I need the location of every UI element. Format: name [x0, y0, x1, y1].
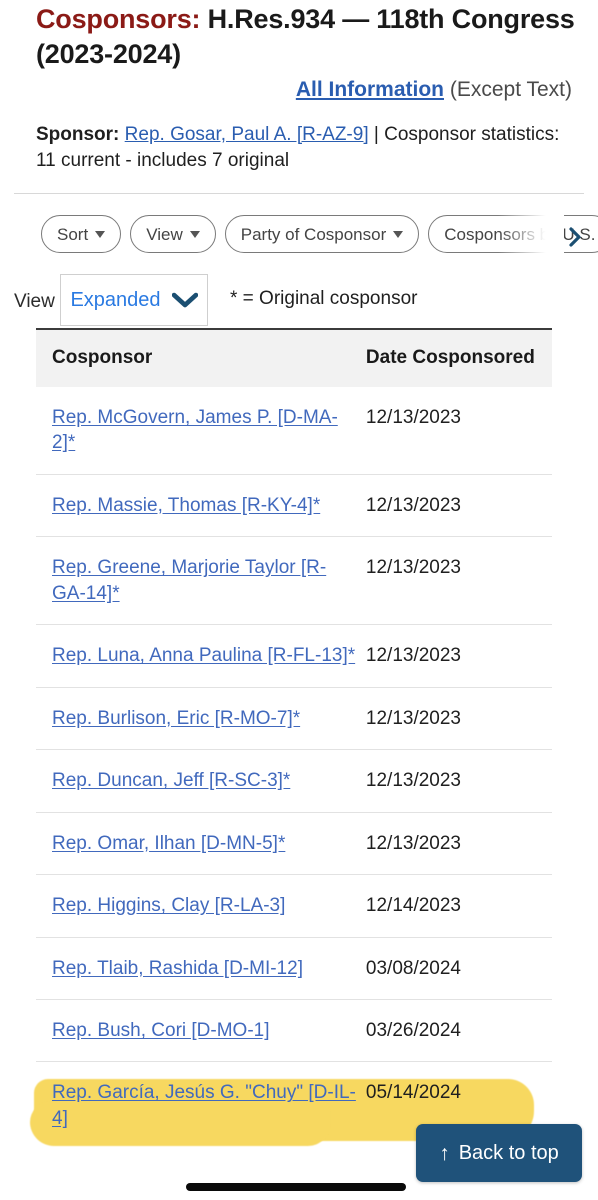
all-information-suffix: (Except Text) — [444, 78, 572, 101]
view-control-row: View Expanded * = Original cosponsor — [0, 274, 598, 332]
filter-chip-label: Sort — [57, 224, 89, 244]
back-to-top-button[interactable]: ↑ Back to top — [416, 1124, 582, 1182]
cell-cosponsor: Rep. Greene, Marjorie Taylor [R-GA-14]* — [36, 536, 356, 625]
column-header-date: Date Cosponsored — [355, 330, 552, 387]
table-row: Rep. Massie, Thomas [R-KY-4]* 12/13/2023 — [36, 473, 552, 537]
caret-down-icon — [189, 230, 200, 238]
cosponsor-link[interactable]: Rep. García, Jesús G. "Chuy" [D-IL-4] — [52, 1082, 356, 1128]
table-row: Rep. Bush, Cori [D-MO-1] 03/26/2024 — [36, 998, 552, 1062]
filter-chip-0[interactable]: Sort — [41, 215, 122, 253]
sponsor-label: Sponsor: — [36, 124, 120, 145]
view-select-value: Expanded — [70, 288, 161, 311]
sponsor-info: Sponsor: Rep. Gosar, Paul A. [R-AZ-9] | … — [36, 122, 568, 174]
cell-date-cosponsored: 12/13/2023 — [355, 536, 552, 625]
cell-cosponsor: Rep. Omar, Ilhan [D-MN-5]* — [36, 811, 356, 875]
cosponsor-link[interactable]: Rep. Greene, Marjorie Taylor [R-GA-14]* — [52, 557, 326, 603]
page-root: Cosponsors: H.Res.934 — 118th Congress (… — [0, 0, 598, 1200]
table-row: Rep. Luna, Anna Paulina [R-FL-13]* 12/13/… — [36, 624, 552, 688]
cell-date-cosponsored: 12/13/2023 — [355, 686, 552, 750]
cell-date-cosponsored: 12/13/2023 — [365, 407, 461, 428]
table-body: Rep. McGovern, James P. [D-MA-2]* 12/13/2… — [36, 387, 552, 1150]
original-cosponsor-note: * = Original cosponsor — [230, 288, 418, 309]
caret-down-icon — [95, 230, 106, 238]
view-select[interactable]: Expanded — [60, 274, 208, 326]
cell-cosponsor: Rep. Duncan, Jeff [R-SC-3]* — [36, 749, 356, 813]
home-indicator — [186, 1183, 406, 1191]
view-label: View — [14, 291, 55, 312]
table-row: Rep. Higgins, Clay [R-LA-3] 12/14/2023 — [36, 874, 552, 938]
cosponsor-link[interactable]: Rep. Burlison, Eric [R-MO-7]* — [52, 708, 300, 729]
table-row: Rep. Greene, Marjorie Taylor [R-GA-14]* 1… — [36, 536, 552, 625]
all-information-link[interactable]: All Information — [296, 78, 444, 101]
cell-date-cosponsored: 12/13/2023 — [355, 624, 552, 688]
cell-cosponsor: Rep. McGovern, James P. [D-MA-2]* — [36, 387, 356, 474]
cell-cosponsor: Rep. Burlison, Eric [R-MO-7]* — [36, 686, 356, 750]
cell-cosponsor: Rep. Luna, Anna Paulina [R-FL-13]* — [36, 624, 356, 688]
table-row: Rep. Duncan, Jeff [R-SC-3]* 12/13/2023 — [36, 749, 552, 813]
cosponsors-table: Cosponsor Date Cosponsored Rep. McGovern… — [36, 330, 552, 1150]
cosponsor-link[interactable]: Rep. Luna, Anna Paulina [R-FL-13]* — [52, 645, 355, 666]
table-row: Rep. Omar, Ilhan [D-MN-5]* 12/13/2023 — [36, 811, 552, 875]
back-to-top-label: Back to top — [458, 1141, 559, 1164]
cosponsor-link[interactable]: Rep. Tlaib, Rashida [D-MI-12] — [52, 958, 303, 979]
cosponsor-link[interactable]: Rep. Higgins, Clay [R-LA-3] — [52, 895, 285, 916]
chevron-right-icon[interactable] — [564, 226, 586, 248]
cosponsor-link[interactable]: Rep. McGovern, James P. [D-MA-2]* — [52, 407, 338, 453]
cell-cosponsor: Rep. García, Jesús G. "Chuy" [D-IL-4] — [36, 1061, 356, 1150]
filter-chip-bar: Sort View Party of Cosponsor Cosponsors by … — [0, 212, 598, 262]
filter-chip-label: Party of Cosponsor — [240, 224, 387, 244]
table-row: Rep. McGovern, James P. [D-MA-2]* 12/13/2… — [36, 387, 552, 474]
cell-cosponsor: Rep. Bush, Cori [D-MO-1] — [36, 998, 356, 1062]
cosponsor-link[interactable]: Rep. Duncan, Jeff [R-SC-3]* — [52, 770, 290, 791]
cosponsor-link[interactable]: Rep. Omar, Ilhan [D-MN-5]* — [52, 833, 285, 854]
filter-chip-label: View — [146, 224, 183, 244]
caret-down-icon — [393, 230, 404, 238]
arrow-up-icon: ↑ — [439, 1141, 450, 1165]
cell-date-cosponsored: 12/13/2023 — [355, 749, 552, 813]
table-head: Cosponsor Date Cosponsored — [36, 330, 552, 387]
page-title: Cosponsors: H.Res.934 — 118th Congress (… — [36, 2, 578, 71]
table-row: Rep. Burlison, Eric [R-MO-7]* 12/13/2023 — [36, 686, 552, 750]
cell-cosponsor: Rep. Higgins, Clay [R-LA-3] — [36, 874, 356, 938]
cell-date-cosponsored: 03/26/2024 — [355, 998, 552, 1062]
cell-cosponsor: Rep. Massie, Thomas [R-KY-4]* — [36, 473, 356, 537]
cell-date-cosponsored: 12/13/2023 — [355, 811, 552, 875]
filter-chip-1[interactable]: View — [130, 215, 216, 253]
cell-date-cosponsored: 12/14/2023 — [355, 874, 552, 938]
cell-cosponsor: Rep. Tlaib, Rashida [D-MI-12] — [36, 936, 356, 1000]
all-information-row: All Information (Except Text) — [36, 76, 572, 103]
cell-date-cosponsored: 03/08/2024 — [355, 936, 552, 1000]
table-row: Rep. Tlaib, Rashida [D-MI-12] 03/08/2024 — [36, 936, 552, 1000]
chevron-down-icon — [171, 292, 198, 308]
cosponsors-table-wrap: Cosponsor Date Cosponsored Rep. McGovern… — [36, 328, 552, 1150]
table-header-row: Cosponsor Date Cosponsored — [36, 330, 552, 387]
section-divider — [14, 193, 584, 194]
cell-date-cosponsored: 12/13/2023 — [355, 473, 552, 537]
sponsor-link[interactable]: Rep. Gosar, Paul A. [R-AZ-9] — [125, 124, 369, 145]
filter-chip-2[interactable]: Party of Cosponsor — [224, 215, 420, 253]
page-title-accent: Cosponsors: — [36, 4, 201, 34]
cosponsor-link[interactable]: Rep. Bush, Cori [D-MO-1] — [52, 1020, 270, 1041]
column-header-cosponsor: Cosponsor — [36, 330, 356, 387]
cosponsor-link[interactable]: Rep. Massie, Thomas [R-KY-4]* — [52, 495, 320, 516]
